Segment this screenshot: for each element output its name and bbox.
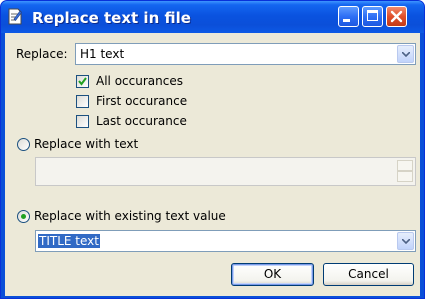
maximize-icon [367, 10, 378, 21]
close-button[interactable] [386, 6, 407, 27]
close-icon [390, 10, 403, 26]
replace-label: Replace: [16, 47, 68, 61]
radio-replace-with-text[interactable] [17, 138, 30, 151]
chevron-down-icon[interactable] [397, 45, 414, 63]
spin-down-button[interactable] [397, 171, 413, 182]
dialog-window: Replace text in file Replace: H1 text Al… [0, 0, 425, 299]
radio-replace-with-existing[interactable] [17, 210, 30, 223]
maximize-button[interactable] [362, 6, 383, 27]
radio-selected-dot [21, 214, 26, 219]
minimize-button[interactable] [338, 6, 359, 27]
checkbox-last-occurance-label: Last occurance [96, 114, 187, 128]
checkbox-last-occurance[interactable] [76, 115, 89, 128]
existing-value-wrapper: TITLE text [38, 234, 100, 248]
cancel-button[interactable]: Cancel [323, 263, 414, 286]
checkbox-all-occurances-label: All occurances [96, 74, 183, 88]
checkbox-all-occurances[interactable] [76, 75, 89, 88]
replace-select[interactable]: H1 text [75, 43, 416, 65]
radio-replace-with-existing-label: Replace with existing text value [34, 209, 226, 223]
title-bar[interactable]: Replace text in file [1, 1, 424, 33]
spin-up-button[interactable] [397, 160, 413, 171]
dialog-body: Replace: H1 text All occurances First oc… [5, 33, 420, 296]
existing-value-select[interactable]: TITLE text [35, 230, 416, 252]
minimize-icon [343, 19, 350, 22]
checkmark-icon [78, 77, 87, 86]
radio-replace-with-text-label: Replace with text [34, 137, 139, 151]
window-title: Replace text in file [32, 9, 191, 27]
replace-select-value: H1 text [80, 47, 125, 61]
existing-value-selected: TITLE text [38, 234, 100, 248]
document-edit-icon [8, 8, 22, 25]
replace-with-text-input[interactable] [35, 157, 416, 186]
chevron-down-icon[interactable] [397, 232, 414, 250]
checkbox-first-occurance-label: First occurance [96, 94, 188, 108]
checkbox-first-occurance[interactable] [76, 95, 89, 108]
ok-button[interactable]: OK [231, 263, 314, 286]
